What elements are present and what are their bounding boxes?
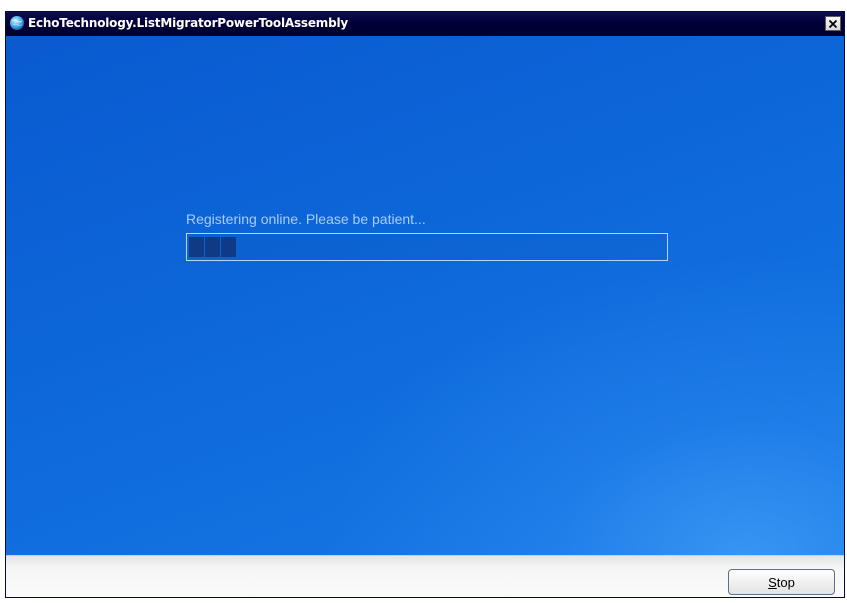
stop-button-mnemonic: S (768, 574, 777, 590)
main-panel: Registering online. Please be patient... (6, 36, 844, 555)
close-icon (828, 19, 838, 28)
status-message: Registering online. Please be patient... (186, 211, 426, 227)
stop-button[interactable]: Stop (728, 569, 835, 595)
progress-block (189, 237, 204, 257)
progress-bar (186, 233, 668, 261)
window-title: EchoTechnology.ListMigratorPowerToolAsse… (28, 16, 349, 30)
stop-button-label-rest: top (776, 574, 795, 590)
progress-block (221, 237, 236, 257)
close-button[interactable] (825, 16, 841, 31)
progress-fill (189, 237, 236, 257)
installer-window: EchoTechnology.ListMigratorPowerToolAsse… (5, 11, 845, 598)
title-bar[interactable]: EchoTechnology.ListMigratorPowerToolAsse… (6, 12, 844, 36)
button-bar: Stop (6, 555, 844, 597)
progress-block (205, 237, 220, 257)
app-globe-icon (10, 16, 24, 30)
